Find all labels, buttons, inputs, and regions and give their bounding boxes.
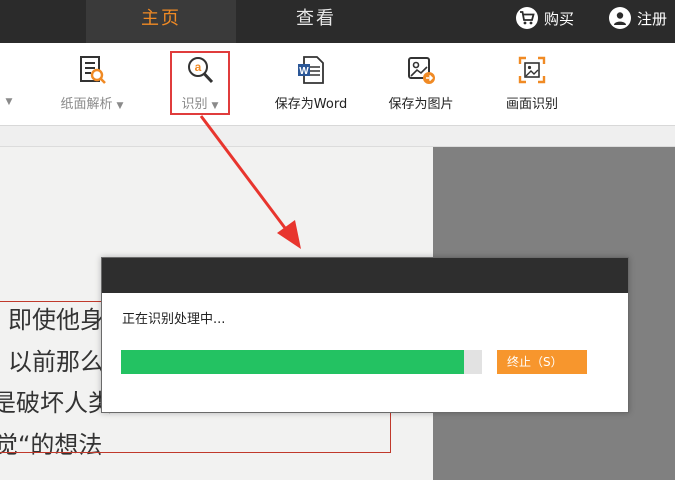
progress-message: 正在识别处理中... <box>122 312 226 327</box>
dialog-title-bar[interactable] <box>102 258 628 293</box>
progress-dialog: 正在识别处理中... 终止（S） <box>101 257 629 413</box>
stop-button[interactable]: 终止（S） <box>497 350 587 374</box>
progress-bar <box>121 350 482 374</box>
progress-bar-fill <box>121 350 464 374</box>
